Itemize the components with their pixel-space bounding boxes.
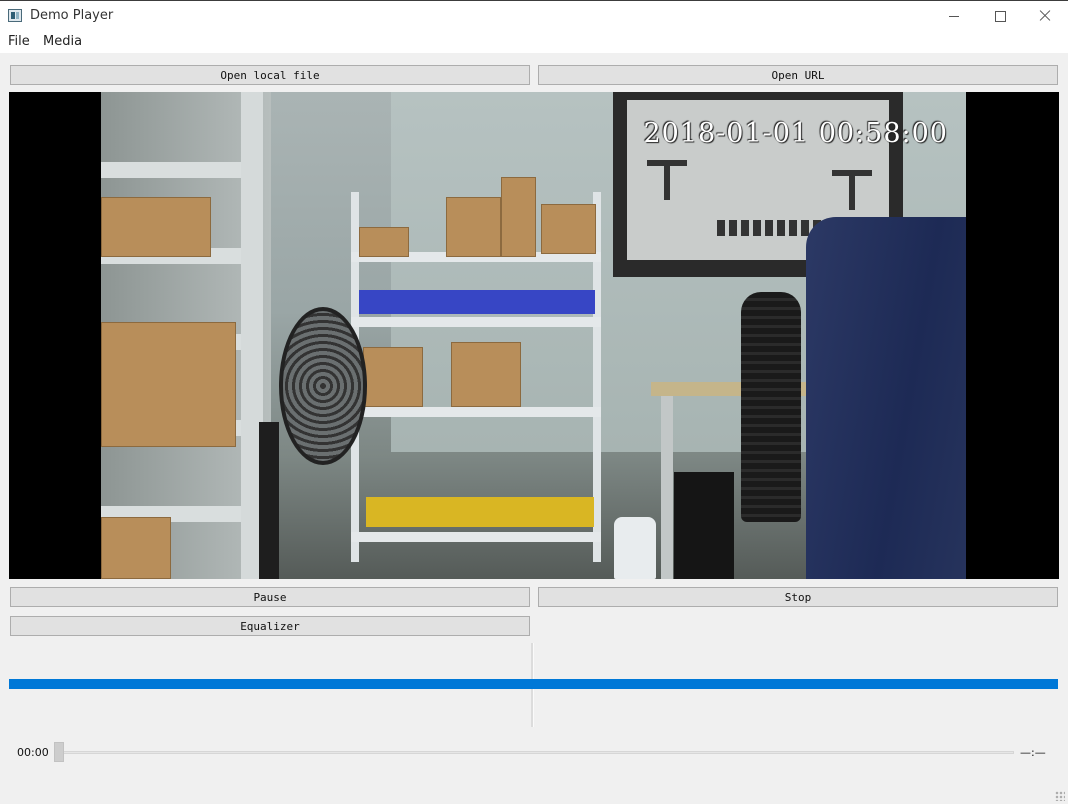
minimize-icon bbox=[949, 15, 959, 17]
fan-stand bbox=[259, 422, 279, 579]
minimize-button[interactable] bbox=[931, 1, 977, 31]
office-chair bbox=[741, 292, 801, 522]
seek-slider-track[interactable] bbox=[56, 751, 1014, 754]
shelf-level bbox=[351, 317, 601, 327]
video-area[interactable]: 2018-01-01 00:58:00 bbox=[9, 92, 1059, 579]
plastic-jug bbox=[614, 517, 656, 579]
app-icon bbox=[8, 9, 22, 22]
open-local-file-button[interactable]: Open local file bbox=[10, 65, 530, 85]
cardboard-box bbox=[541, 204, 596, 254]
close-button[interactable] bbox=[1022, 1, 1068, 31]
chart-mark bbox=[664, 160, 670, 200]
cardboard-box bbox=[451, 342, 521, 407]
close-icon bbox=[1039, 10, 1051, 22]
menu-bar: File Media bbox=[0, 31, 1068, 53]
total-time-label: —:— bbox=[1020, 746, 1046, 759]
video-frame: 2018-01-01 00:58:00 bbox=[101, 92, 966, 579]
seek-slider-handle[interactable] bbox=[54, 742, 64, 762]
maximize-icon bbox=[994, 10, 1006, 22]
stop-button[interactable]: Stop bbox=[538, 587, 1058, 607]
cardboard-box bbox=[101, 322, 236, 447]
yellow-storage-bins bbox=[366, 497, 594, 527]
video-timestamp-overlay: 2018-01-01 00:58:00 bbox=[643, 118, 948, 149]
open-url-button[interactable]: Open URL bbox=[538, 65, 1058, 85]
equalizer-button[interactable]: Equalizer bbox=[10, 616, 530, 636]
resize-grip-icon[interactable] bbox=[1055, 791, 1065, 801]
chart-mark bbox=[849, 170, 855, 210]
window-title: Demo Player bbox=[30, 8, 114, 23]
standing-fan bbox=[279, 307, 367, 465]
shelf-level bbox=[351, 407, 601, 417]
cardboard-box bbox=[101, 197, 211, 257]
level-progress-bar bbox=[9, 679, 1058, 689]
menu-media[interactable]: Media bbox=[43, 34, 82, 49]
cardboard-box bbox=[501, 177, 536, 257]
cardboard-box bbox=[101, 517, 171, 579]
desk-leg bbox=[661, 396, 673, 579]
blue-storage-bins bbox=[359, 290, 595, 314]
cardboard-box bbox=[359, 227, 409, 257]
title-bar: Demo Player bbox=[0, 0, 1068, 31]
hanging-jacket bbox=[806, 217, 966, 579]
maximize-button[interactable] bbox=[977, 1, 1023, 31]
current-time-label: 00:00 bbox=[17, 746, 49, 759]
pc-tower bbox=[674, 472, 734, 579]
menu-file[interactable]: File bbox=[8, 34, 30, 49]
pause-button[interactable]: Pause bbox=[10, 587, 530, 607]
shelf-level bbox=[351, 532, 601, 542]
cardboard-box bbox=[363, 347, 423, 407]
cardboard-box bbox=[446, 197, 501, 257]
